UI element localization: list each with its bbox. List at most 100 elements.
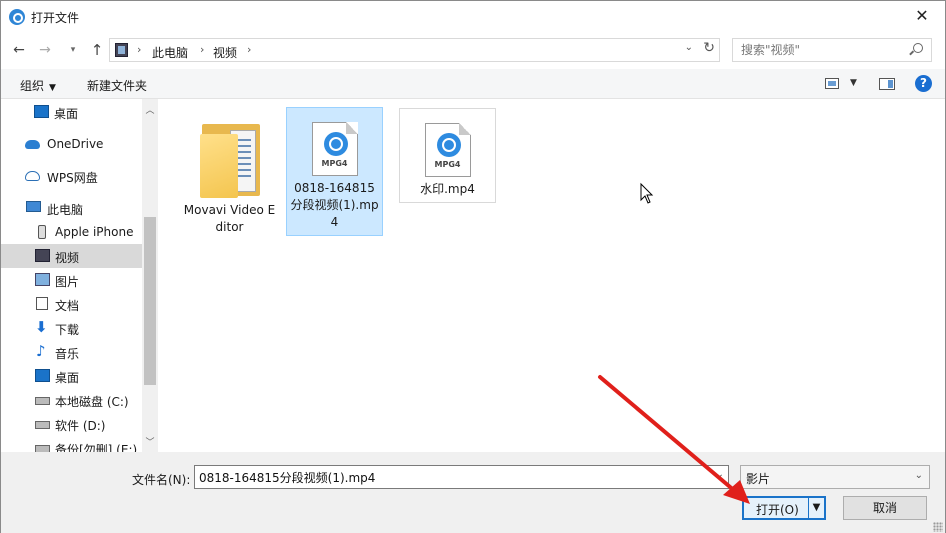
sidebar-scrollbar[interactable]: ︿ ﹀ [142, 99, 158, 452]
filename-input[interactable] [199, 467, 704, 487]
organize-menu[interactable]: 组织 ▼ [20, 77, 56, 94]
sidebar-item-drive-d[interactable]: 软件 (D:) [1, 412, 142, 436]
sidebar-item-label: 桌面 [54, 107, 79, 121]
sidebar-item-music[interactable]: ♪ 音乐 [1, 340, 142, 364]
sidebar-item-this-pc[interactable]: 此电脑 [1, 196, 142, 220]
sidebar-item-drive-e[interactable]: 备份[勿删] (E:) [1, 436, 142, 452]
sidebar-item-label: 备份[勿删] (E:) [55, 443, 138, 452]
window-title: 打开文件 [31, 11, 80, 25]
file-type-filter[interactable]: 影片 ⌄ [740, 465, 930, 489]
filename-combobox[interactable]: ⌄ [194, 465, 729, 489]
onedrive-cloud-icon [25, 140, 40, 149]
sidebar-item-label: 桌面 [55, 371, 80, 385]
preview-pane-icon[interactable] [879, 78, 895, 90]
change-view-icon[interactable] [825, 78, 839, 89]
chevron-down-icon[interactable]: ⌄ [716, 469, 724, 480]
scroll-down-arrow-icon[interactable]: ﹀ [142, 435, 158, 448]
sidebar-item-downloads[interactable]: ⬇ 下载 [1, 316, 142, 340]
navigation-pane: 桌面 OneDrive WPS网盘 此电脑 Apple iPhone 视频 图片 [1, 99, 158, 452]
drive-icon [35, 397, 50, 405]
this-pc-icon [26, 201, 41, 212]
breadcrumb-this-pc[interactable]: 此电脑 [152, 44, 188, 61]
caret-down-icon: ▼ [49, 83, 56, 93]
open-file-dialog: 打开文件 ✕ ← → ▾ ↑ › 此电脑 › 视频 › ⌄ ↻ 组织 ▼ 新建文件… [0, 0, 946, 533]
close-button[interactable]: ✕ [899, 1, 945, 33]
recent-locations-chevron-icon[interactable]: ▾ [63, 40, 83, 60]
file-type-badge: MPG4 [321, 159, 348, 168]
quicktime-logo-icon [323, 132, 348, 156]
address-bar[interactable]: › 此电脑 › 视频 › ⌄ ↻ [109, 38, 720, 62]
sidebar-item-pictures[interactable]: 图片 [1, 268, 142, 292]
open-button[interactable]: 打开(O) ▼ [742, 496, 826, 520]
sidebar-item-onedrive[interactable]: OneDrive [1, 132, 142, 156]
file-name: 水印.mp4 [420, 182, 475, 196]
sidebar-item-label: 下载 [55, 323, 80, 337]
sidebar-item-wps[interactable]: WPS网盘 [1, 164, 142, 188]
breadcrumb-videos[interactable]: 视频 [213, 44, 237, 61]
search-input[interactable] [741, 40, 911, 60]
scroll-up-arrow-icon[interactable]: ︿ [142, 103, 158, 116]
view-options-caret-icon[interactable]: ▼ [850, 78, 857, 88]
sidebar-item-label: 图片 [55, 275, 80, 289]
sidebar-item-label: 音乐 [55, 347, 80, 361]
open-options-caret-icon[interactable]: ▼ [808, 498, 824, 518]
new-folder-button[interactable]: 新建文件夹 [87, 77, 147, 94]
sidebar-item-videos[interactable]: 视频 [1, 244, 142, 268]
sidebar-item-label: 软件 (D:) [55, 419, 106, 433]
breadcrumb-separator[interactable]: › [247, 43, 251, 56]
sidebar-item-label: Apple iPhone [55, 225, 134, 239]
organize-label: 组织 [20, 79, 45, 93]
open-button-label: 打开(O) [756, 503, 799, 517]
folder-icon [198, 116, 262, 198]
address-history-chevron-icon[interactable]: ⌄ [685, 42, 693, 53]
sidebar-item-label: 本地磁盘 (C:) [55, 395, 129, 409]
help-icon[interactable]: ? [915, 75, 932, 92]
file-type-value: 影片 [746, 472, 771, 486]
sidebar-item-label: 此电脑 [47, 203, 84, 217]
mp4-file-icon: MPG4 [311, 122, 358, 176]
up-arrow-icon[interactable]: ↑ [87, 40, 107, 60]
iphone-icon [38, 225, 46, 239]
sidebar-item-label: 文档 [55, 299, 80, 313]
cancel-button[interactable]: 取消 [843, 496, 927, 520]
forward-arrow-icon[interactable]: → [35, 40, 55, 60]
sidebar-item-apple-iphone[interactable]: Apple iPhone [1, 220, 142, 244]
videos-icon [35, 249, 50, 262]
documents-icon [36, 297, 48, 310]
title-bar: 打开文件 ✕ [1, 1, 945, 33]
desktop-icon [34, 105, 49, 118]
sidebar-item-label: WPS网盘 [47, 171, 98, 185]
music-icon: ♪ [36, 342, 46, 360]
file-tile-selected[interactable]: MPG4 0818-164815分段视频(1).mp4 [286, 107, 383, 236]
navigation-row: ← → ▾ ↑ › 此电脑 › 视频 › ⌄ ↻ [1, 33, 945, 67]
filename-label: 文件名(N): [132, 473, 191, 487]
sidebar-item-label: OneDrive [47, 137, 104, 151]
refresh-icon[interactable]: ↻ [703, 40, 715, 56]
search-icon[interactable] [913, 43, 923, 53]
file-list-view: Movavi Video Editor MPG4 0818-164815分段视频… [159, 99, 945, 452]
sidebar-item-drive-c[interactable]: 本地磁盘 (C:) [1, 388, 142, 412]
file-name: Movavi Video Editor [183, 203, 276, 234]
file-tile[interactable]: MPG4 水印.mp4 [399, 108, 496, 203]
sidebar-item-desktop-2[interactable]: 桌面 [1, 364, 142, 388]
dialog-footer: 文件名(N): ⌄ 影片 ⌄ 打开(O) ▼ 取消 [1, 452, 945, 533]
back-arrow-icon[interactable]: ← [9, 40, 29, 60]
resize-grip-icon[interactable] [933, 522, 943, 532]
downloads-icon: ⬇ [35, 318, 48, 336]
file-type-badge: MPG4 [434, 160, 461, 169]
drive-icon [35, 421, 50, 429]
sidebar-item-label: 视频 [55, 251, 80, 265]
search-box[interactable] [732, 38, 932, 62]
desktop-icon [35, 369, 50, 382]
scrollbar-thumb[interactable] [144, 217, 156, 385]
breadcrumb-separator[interactable]: › [200, 43, 204, 56]
breadcrumb-separator[interactable]: › [137, 43, 141, 56]
sidebar-item-documents[interactable]: 文档 [1, 292, 142, 316]
file-name: 0818-164815分段视频(1).mp4 [290, 181, 379, 229]
command-bar: 组织 ▼ 新建文件夹 ▼ ? [1, 69, 945, 99]
mp4-file-icon: MPG4 [424, 123, 471, 177]
drive-icon [35, 445, 50, 452]
sidebar-item-desktop[interactable]: 桌面 [1, 100, 142, 124]
file-tile-folder[interactable]: Movavi Video Editor [181, 108, 278, 240]
pictures-icon [35, 273, 50, 286]
